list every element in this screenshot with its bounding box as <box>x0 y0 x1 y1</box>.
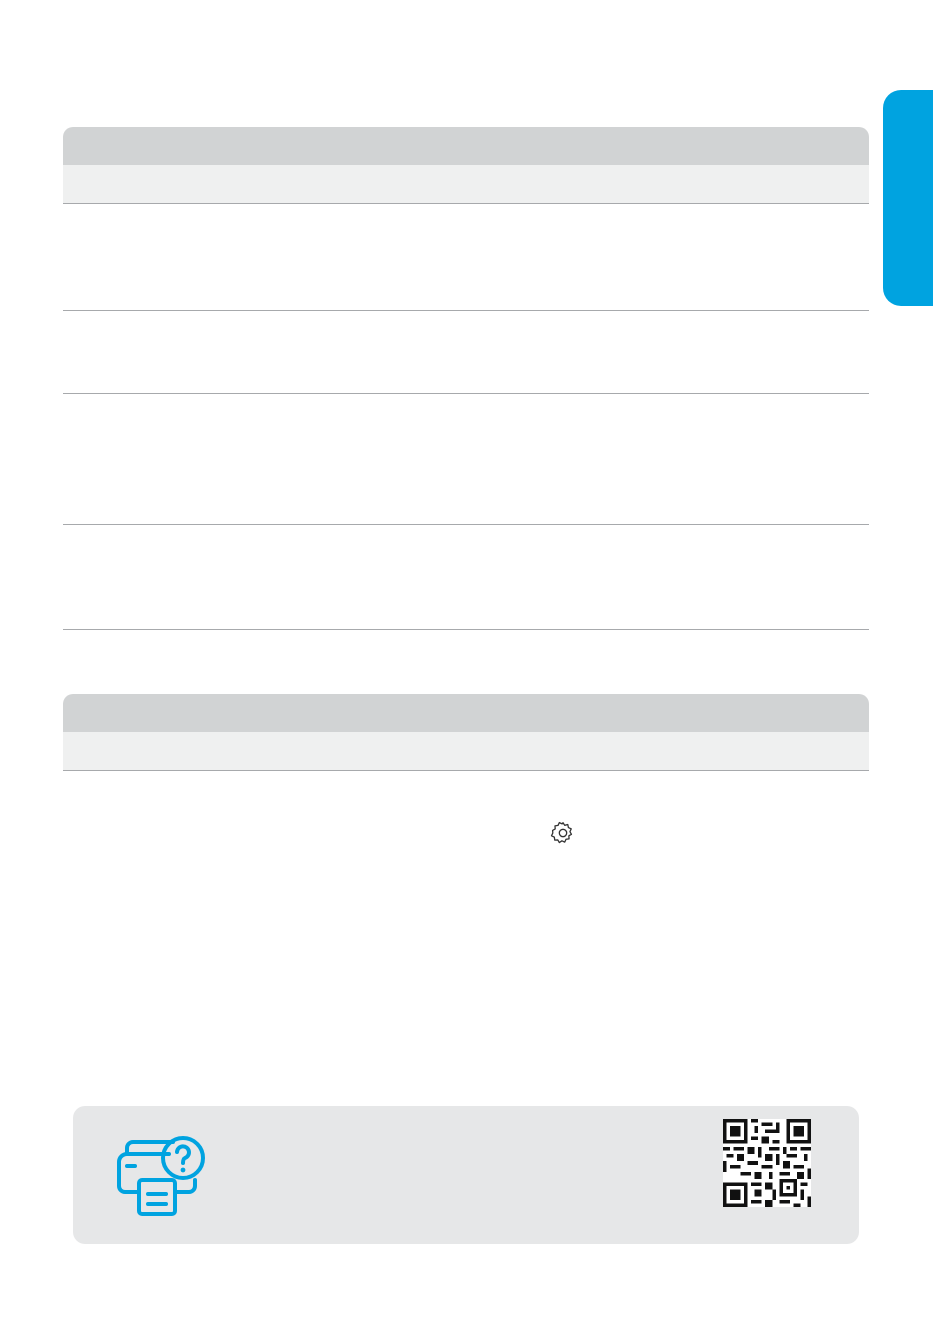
table-1-subheader <box>63 165 869 204</box>
table-2 <box>63 694 869 771</box>
table-2-subheader <box>63 732 869 771</box>
table-row <box>63 311 869 394</box>
table-1 <box>63 127 869 630</box>
help-box <box>73 1106 859 1244</box>
gear-icon <box>550 821 573 844</box>
table-row <box>63 204 869 311</box>
table-1-header <box>63 127 869 165</box>
language-tab <box>883 90 933 306</box>
printer-help-icon <box>117 1136 205 1216</box>
table-row <box>63 525 869 630</box>
table-2-header <box>63 694 869 732</box>
table-row <box>63 394 869 525</box>
qr-code[interactable] <box>723 1119 811 1207</box>
